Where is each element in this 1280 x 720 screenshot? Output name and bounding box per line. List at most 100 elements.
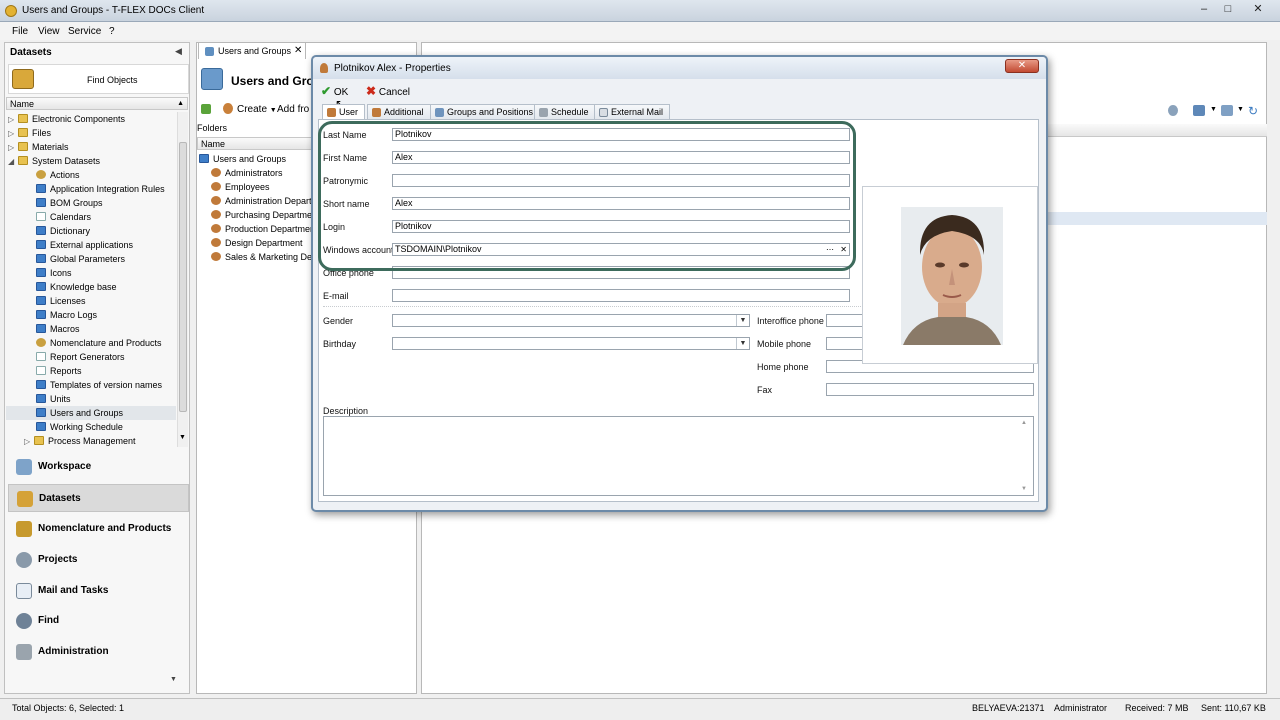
create-button[interactable]: Create ▼ xyxy=(237,104,277,115)
dialog-close-button[interactable]: ✕ xyxy=(1005,59,1039,73)
nav-projects[interactable]: Projects xyxy=(8,546,189,574)
dataset-tree-item-label: Process Management xyxy=(48,436,136,446)
nav-workspace[interactable]: Workspace xyxy=(8,453,189,481)
dataset-tree-item[interactable]: BOM Groups xyxy=(6,196,176,210)
folder-root[interactable]: Users and Groups xyxy=(199,152,286,166)
folder-item[interactable]: Purchasing Department xyxy=(211,208,312,222)
scroll-up-icon[interactable]: ▲ xyxy=(1021,420,1027,426)
dataset-tree-item[interactable]: Report Generators xyxy=(6,350,176,364)
dataset-tree-item[interactable]: Working Schedule xyxy=(6,420,176,434)
folders-column-header[interactable]: Name xyxy=(197,137,312,150)
dataset-tree-item-label: Electronic Components xyxy=(32,114,126,124)
maximize-button[interactable]: □ xyxy=(1220,2,1236,16)
expanded-arrow-icon[interactable]: ◢ xyxy=(8,155,18,169)
chevron-down-icon[interactable]: ▼ xyxy=(736,338,749,349)
scroll-down-icon[interactable]: ▼ xyxy=(179,434,186,441)
tab-schedule[interactable]: Schedule xyxy=(534,104,596,120)
nav-overflow-icon[interactable]: ▼ xyxy=(170,676,177,683)
expand-arrow-icon[interactable]: ▷ xyxy=(8,141,18,155)
menu-service[interactable]: Service xyxy=(68,26,101,37)
cancel-button[interactable]: ✖ Cancel xyxy=(366,84,410,98)
datasets-column-header[interactable]: Name ▲ xyxy=(6,97,188,110)
menu-help[interactable]: ? xyxy=(109,26,115,37)
objects-column-header[interactable] xyxy=(1045,124,1267,137)
folder-item[interactable]: Design Department xyxy=(211,236,312,250)
description-field[interactable] xyxy=(323,416,1034,496)
tab-users-and-groups[interactable]: Users and Groups ✕ xyxy=(198,42,306,59)
dataset-tree-item[interactable]: ▷ Process Management xyxy=(6,434,176,447)
dataset-tree-item[interactable]: ▷ Materials xyxy=(6,140,176,154)
email-field[interactable] xyxy=(392,289,850,302)
sort-arrow-icon: ▲ xyxy=(177,100,184,107)
dataset-tree-item[interactable]: Reports xyxy=(6,364,176,378)
minimize-button[interactable]: – xyxy=(1196,2,1212,16)
dataset-tree-item[interactable]: Global Parameters xyxy=(6,252,176,266)
nav-administration[interactable]: Administration xyxy=(8,638,189,666)
folder-item[interactable]: Administration Departm xyxy=(211,194,312,208)
selected-object-row[interactable] xyxy=(1045,212,1267,225)
folder-item[interactable]: Sales & Marketing Depa xyxy=(211,250,312,264)
toolbar-dropdown-icon[interactable]: ▼ xyxy=(1210,106,1217,113)
dataset-tree-item[interactable]: Calendars xyxy=(6,210,176,224)
ok-button[interactable]: ✔ OK xyxy=(321,84,348,98)
scrollbar-thumb[interactable] xyxy=(179,142,187,412)
nav-nomenclature[interactable]: Nomenclature and Products xyxy=(8,515,189,543)
blue-icon xyxy=(36,198,46,207)
folder-item[interactable]: Administrators xyxy=(211,166,312,180)
view-dropdown-icon[interactable]: ▼ xyxy=(1237,106,1244,113)
dataset-tree-item[interactable]: Dictionary xyxy=(6,224,176,238)
status-user: BELYAEVA:21371 xyxy=(972,703,1045,713)
user-photo[interactable] xyxy=(862,186,1038,364)
expand-arrow-icon[interactable]: ▷ xyxy=(8,127,18,141)
dataset-tree-item[interactable]: Templates of version names xyxy=(6,378,176,392)
scroll-down-icon[interactable]: ▼ xyxy=(1021,486,1027,492)
refresh-icon[interactable]: ↻ xyxy=(1248,104,1258,118)
nav-find[interactable]: Find xyxy=(8,607,189,635)
expand-arrow-icon[interactable]: ▷ xyxy=(24,435,34,447)
menu-view[interactable]: View xyxy=(38,26,60,37)
folder-item[interactable]: Production Department xyxy=(211,222,312,236)
find-objects-button[interactable]: Find Objects xyxy=(8,64,189,94)
dataset-tree-item[interactable]: ▷ Files xyxy=(6,126,176,140)
collapse-panel-icon[interactable]: ◀ xyxy=(175,46,182,57)
close-window-button[interactable]: ✕ xyxy=(1250,2,1266,16)
folder-icon xyxy=(18,128,28,137)
folder-item-label: Employees xyxy=(225,182,270,192)
refresh-green-icon[interactable] xyxy=(201,104,211,114)
dataset-tree-item[interactable]: Macros xyxy=(6,322,176,336)
add-from-button[interactable]: Add fro xyxy=(277,104,311,115)
dataset-tree-item[interactable]: Macro Logs xyxy=(6,308,176,322)
gender-select[interactable]: ▼ xyxy=(392,314,750,327)
birthday-select[interactable]: ▼ xyxy=(392,337,750,350)
edit-toolbar-icon[interactable] xyxy=(1193,105,1205,116)
dataset-tree-item[interactable]: Units xyxy=(6,392,176,406)
tab-external-mail[interactable]: External Mail xyxy=(594,104,671,120)
nav-mail-and-tasks[interactable]: Mail and Tasks xyxy=(8,577,189,605)
users-groups-icon xyxy=(199,154,209,163)
fax-field[interactable] xyxy=(826,383,1034,396)
chevron-down-icon[interactable]: ▼ xyxy=(736,315,749,326)
dataset-tree-item[interactable]: External applications xyxy=(6,238,176,252)
dataset-tree-item[interactable]: ▷ Electronic Components xyxy=(6,112,176,126)
user-toolbar-icon[interactable] xyxy=(1168,105,1178,116)
dataset-tree-item[interactable]: Actions xyxy=(6,168,176,182)
dataset-tree-item[interactable]: Icons xyxy=(6,266,176,280)
tab-groups-and-positions[interactable]: Groups and Positions xyxy=(430,104,541,120)
datasets-scrollbar[interactable]: ▼ xyxy=(177,112,188,447)
dataset-tree-item[interactable]: Knowledge base xyxy=(6,280,176,294)
dataset-tree-item[interactable]: ◢ System Datasets xyxy=(6,154,176,168)
doc-icon xyxy=(36,352,46,361)
folder-item[interactable]: Employees xyxy=(211,180,312,194)
nav-datasets[interactable]: Datasets xyxy=(8,484,189,512)
dataset-tree-item[interactable]: Application Integration Rules xyxy=(6,182,176,196)
menu-file[interactable]: File xyxy=(12,26,28,37)
folder-item-label: Administrators xyxy=(225,168,283,178)
expand-arrow-icon[interactable]: ▷ xyxy=(8,113,18,127)
view-toolbar-icon[interactable] xyxy=(1221,105,1233,116)
tab-additional[interactable]: Additional xyxy=(367,104,431,120)
dataset-tree-item[interactable]: Licenses xyxy=(6,294,176,308)
tab-user[interactable]: User xyxy=(322,104,366,120)
dataset-tree-item[interactable]: Users and Groups xyxy=(6,406,176,420)
close-tab-icon[interactable]: ✕ xyxy=(294,45,302,56)
dataset-tree-item[interactable]: Nomenclature and Products xyxy=(6,336,176,350)
